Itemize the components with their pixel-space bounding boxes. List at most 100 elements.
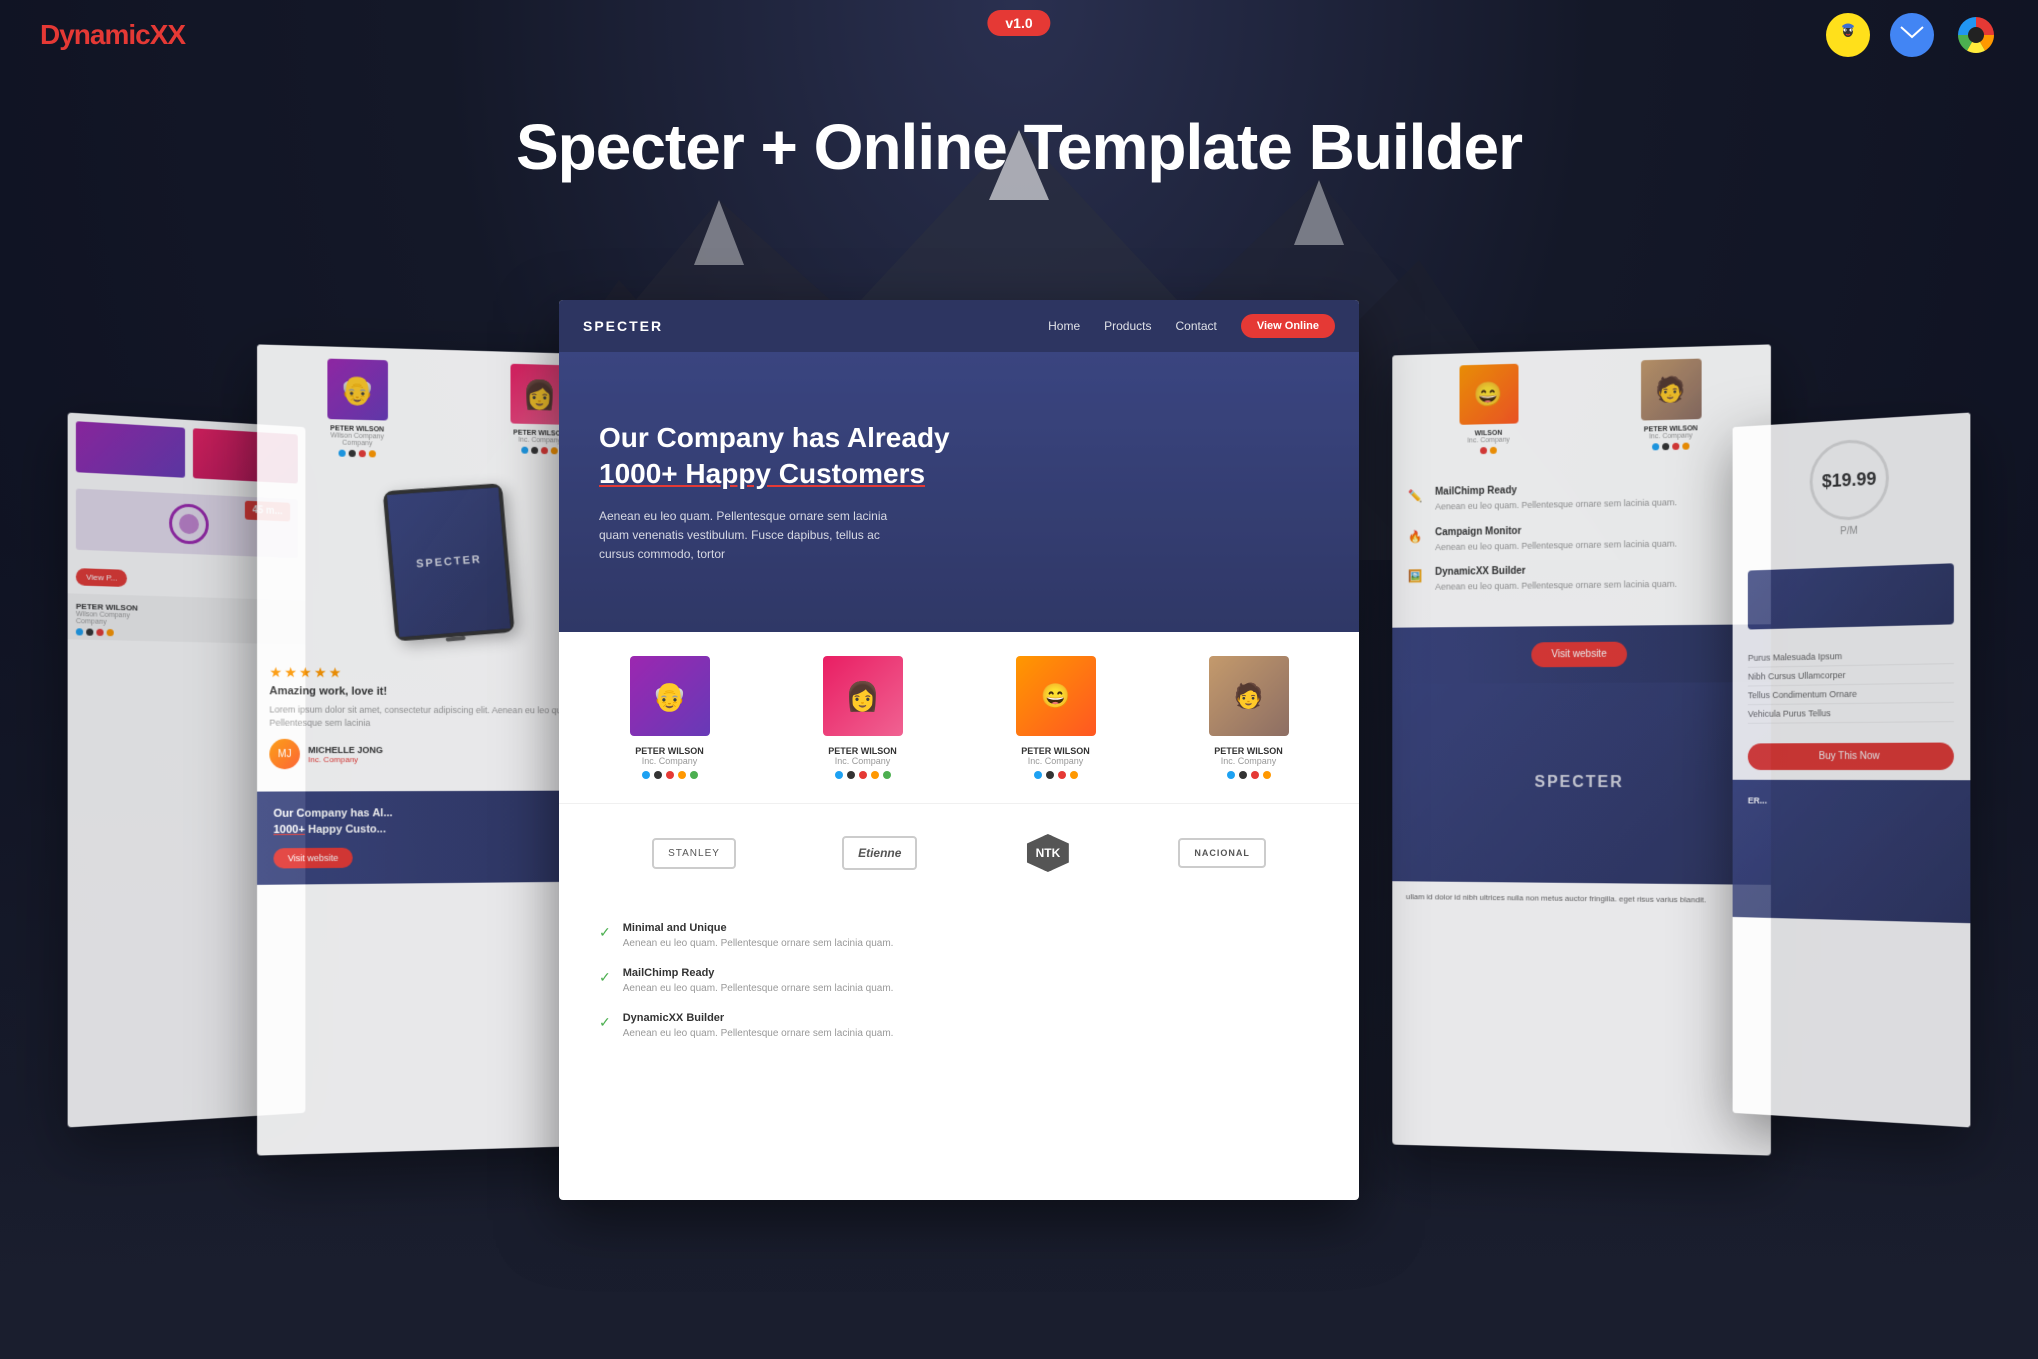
right-avatar-2: 🧑 — [1641, 359, 1702, 421]
feature-3: ✓ DynamicXX Builder Aenean eu leo quam. … — [599, 1012, 1319, 1041]
features-section: ✓ Minimal and Unique Aenean eu leo quam.… — [559, 902, 1359, 1077]
buy-button[interactable]: Buy This Now — [1748, 743, 1954, 770]
feature-1: ✓ Minimal and Unique Aenean eu leo quam.… — [599, 922, 1319, 951]
member-social-3 — [969, 771, 1142, 779]
avatar-tan-4: 🧑 — [1209, 656, 1289, 736]
tablet-mockup: SPECTER — [383, 483, 515, 641]
right-device-section: SPECTER — [1392, 682, 1771, 885]
visit-button[interactable]: Visit website — [273, 848, 352, 869]
nav-products[interactable]: Products — [1104, 319, 1151, 333]
far-right-content: $19.99 P/M Purus Malesuada Ipsum Nibh Cu… — [1733, 413, 1971, 1128]
pricing-feature-3: Tellus Condimentum Ornare — [1748, 683, 1954, 705]
team-section: 👴 PETER WILSON Inc. Company 👩 PETER WILS… — [559, 632, 1359, 803]
left-social-1 — [269, 448, 444, 459]
right-feature-desc-2: Aenean eu leo quam. Pellentesque ornare … — [1435, 537, 1677, 553]
card-right: 😄 WILSON Inc. Company 🧑 PETER WILSON Inc… — [1392, 344, 1771, 1155]
right-social-1 — [1404, 445, 1574, 456]
right-member-1: 😄 WILSON Inc. Company — [1404, 362, 1574, 456]
member-name-2: PETER WILSON — [776, 746, 949, 756]
price-period: P/M — [1752, 522, 1950, 541]
nav-cta[interactable]: View Online — [1241, 314, 1335, 338]
reviewer-name: MICHELLE JONG — [308, 745, 383, 755]
team-member-2: 👩 PETER WILSON Inc. Company — [776, 656, 949, 779]
avatar-orange-r1: 😄 — [1459, 364, 1518, 425]
nav-home[interactable]: Home — [1048, 319, 1080, 333]
right-bottom-text: ullam id dolor id nibh ultrices nulla no… — [1392, 881, 1771, 916]
member-name-4: PETER WILSON — [1162, 746, 1335, 756]
team-avatar-1: 👴 — [630, 656, 710, 736]
thumb-purple — [76, 421, 185, 478]
logos-section: STANLEY Etienne NTK NACIONAL — [559, 803, 1359, 902]
team-avatar-2: 👩 — [823, 656, 903, 736]
pricing-footer-banner: ER... — [1733, 780, 1971, 923]
pricing-features: Purus Malesuada Ipsum Nibh Cursus Ullamc… — [1733, 634, 1971, 734]
feature-desc-1: Aenean eu leo quam. Pellentesque ornare … — [623, 937, 894, 951]
right-feature-title-3: DynamicXX Builder — [1435, 564, 1677, 578]
card-far-right: $19.99 P/M Purus Malesuada Ipsum Nibh Cu… — [1733, 413, 1971, 1128]
feature-2: ✓ MailChimp Ready Aenean eu leo quam. Pe… — [599, 967, 1319, 996]
right-visit-section: Visit website — [1392, 624, 1771, 684]
mailchimp-icon[interactable] — [1826, 13, 1870, 57]
brand-stanley: STANLEY — [652, 838, 736, 869]
avatar-tan-r2: 🧑 — [1641, 359, 1702, 421]
logo-suffix: XX — [150, 19, 185, 50]
header-icons — [1826, 13, 1998, 57]
email-icon[interactable] — [1890, 13, 1934, 57]
right-visit-btn[interactable]: Visit website — [1532, 641, 1627, 667]
feature-text-2: MailChimp Ready Aenean eu leo quam. Pell… — [623, 967, 894, 996]
right-avatar-1: 😄 — [1459, 364, 1518, 425]
feature-desc-2: Aenean eu leo quam. Pellentesque ornare … — [623, 982, 894, 996]
check-icon-3: ✓ — [599, 1014, 611, 1031]
brand-ntk: NTK — [1024, 834, 1073, 872]
pencil-icon: ✏️ — [1408, 489, 1427, 509]
pricing-box — [1748, 563, 1954, 629]
brand-nacional: NACIONAL — [1178, 838, 1266, 868]
version-badge: v1.0 — [987, 10, 1050, 36]
member-company-3: Inc. Company — [969, 756, 1142, 766]
member-company-2: Inc. Company — [776, 756, 949, 766]
right-feature-2: 🔥 Campaign Monitor Aenean eu leo quam. P… — [1408, 522, 1755, 554]
pricing-feature-4: Vehicula Purus Tellus — [1748, 703, 1954, 724]
brand-etienne: Etienne — [842, 836, 917, 870]
hero-title: Our Company has Already 1000+ Happy Cust… — [599, 420, 1319, 493]
right-feature-1: ✏️ MailChimp Ready Aenean eu leo quam. P… — [1408, 481, 1755, 514]
member-company-1: Inc. Company — [583, 756, 756, 766]
right-feature-title-1: MailChimp Ready — [1435, 482, 1677, 498]
hero-highlight: 1000+ Happy Customers — [599, 458, 925, 489]
page-title: Specter + Online Template Builder — [516, 110, 1522, 184]
feature-text-3: DynamicXX Builder Aenean eu leo quam. Pe… — [623, 1012, 894, 1041]
hero-text: Aenean eu leo quam. Pellentesque ornare … — [599, 507, 899, 565]
member-company-4: Inc. Company — [1162, 756, 1335, 766]
colorwheel-icon[interactable] — [1954, 13, 1998, 57]
left-member-1: 👴 PETER WILSON Wilson Company Company — [269, 357, 444, 459]
reviewer-avatar: MJ — [269, 739, 300, 769]
team-member-4: 🧑 PETER WILSON Inc. Company — [1162, 656, 1335, 779]
feature-title-1: Minimal and Unique — [623, 922, 894, 934]
check-icon-2: ✓ — [599, 969, 611, 986]
check-icon-1: ✓ — [599, 924, 611, 941]
nav-links: Home Products Contact View Online — [1048, 314, 1335, 338]
center-nav: SPECTER Home Products Contact View Onlin… — [559, 300, 1359, 352]
feature-title-3: DynamicXX Builder — [623, 1012, 894, 1024]
avatar-purple: 👴 — [327, 359, 388, 421]
price-circle: $19.99 — [1810, 438, 1889, 522]
image-icon: 🖼️ — [1408, 569, 1427, 589]
specter-logo: SPECTER — [583, 318, 1028, 334]
avatar-orange-3: 😄 — [1016, 656, 1096, 736]
right-team-section: 😄 WILSON Inc. Company 🧑 PETER WILSON Inc… — [1392, 344, 1771, 467]
view-btn-mini[interactable]: View P... — [76, 568, 127, 587]
team-member-3: 😄 PETER WILSON Inc. Company — [969, 656, 1142, 779]
member-name-3: PETER WILSON — [969, 746, 1142, 756]
member-social-1 — [583, 771, 756, 779]
nav-contact[interactable]: Contact — [1175, 319, 1216, 333]
team-member-1: 👴 PETER WILSON Inc. Company — [583, 656, 756, 779]
main-title-section: Specter + Online Template Builder — [516, 110, 1522, 184]
header: DynamicXX v1.0 — [0, 0, 2038, 70]
team-avatar-4: 🧑 — [1209, 656, 1289, 736]
device-label: SPECTER — [1535, 774, 1624, 792]
pricing-section: $19.99 P/M — [1733, 413, 1971, 562]
left-avatar-1: 👴 — [327, 359, 388, 421]
feature-title-2: MailChimp Ready — [623, 967, 894, 979]
right-feature-title-2: Campaign Monitor — [1435, 523, 1677, 538]
card-center: SPECTER Home Products Contact View Onlin… — [559, 300, 1359, 1200]
